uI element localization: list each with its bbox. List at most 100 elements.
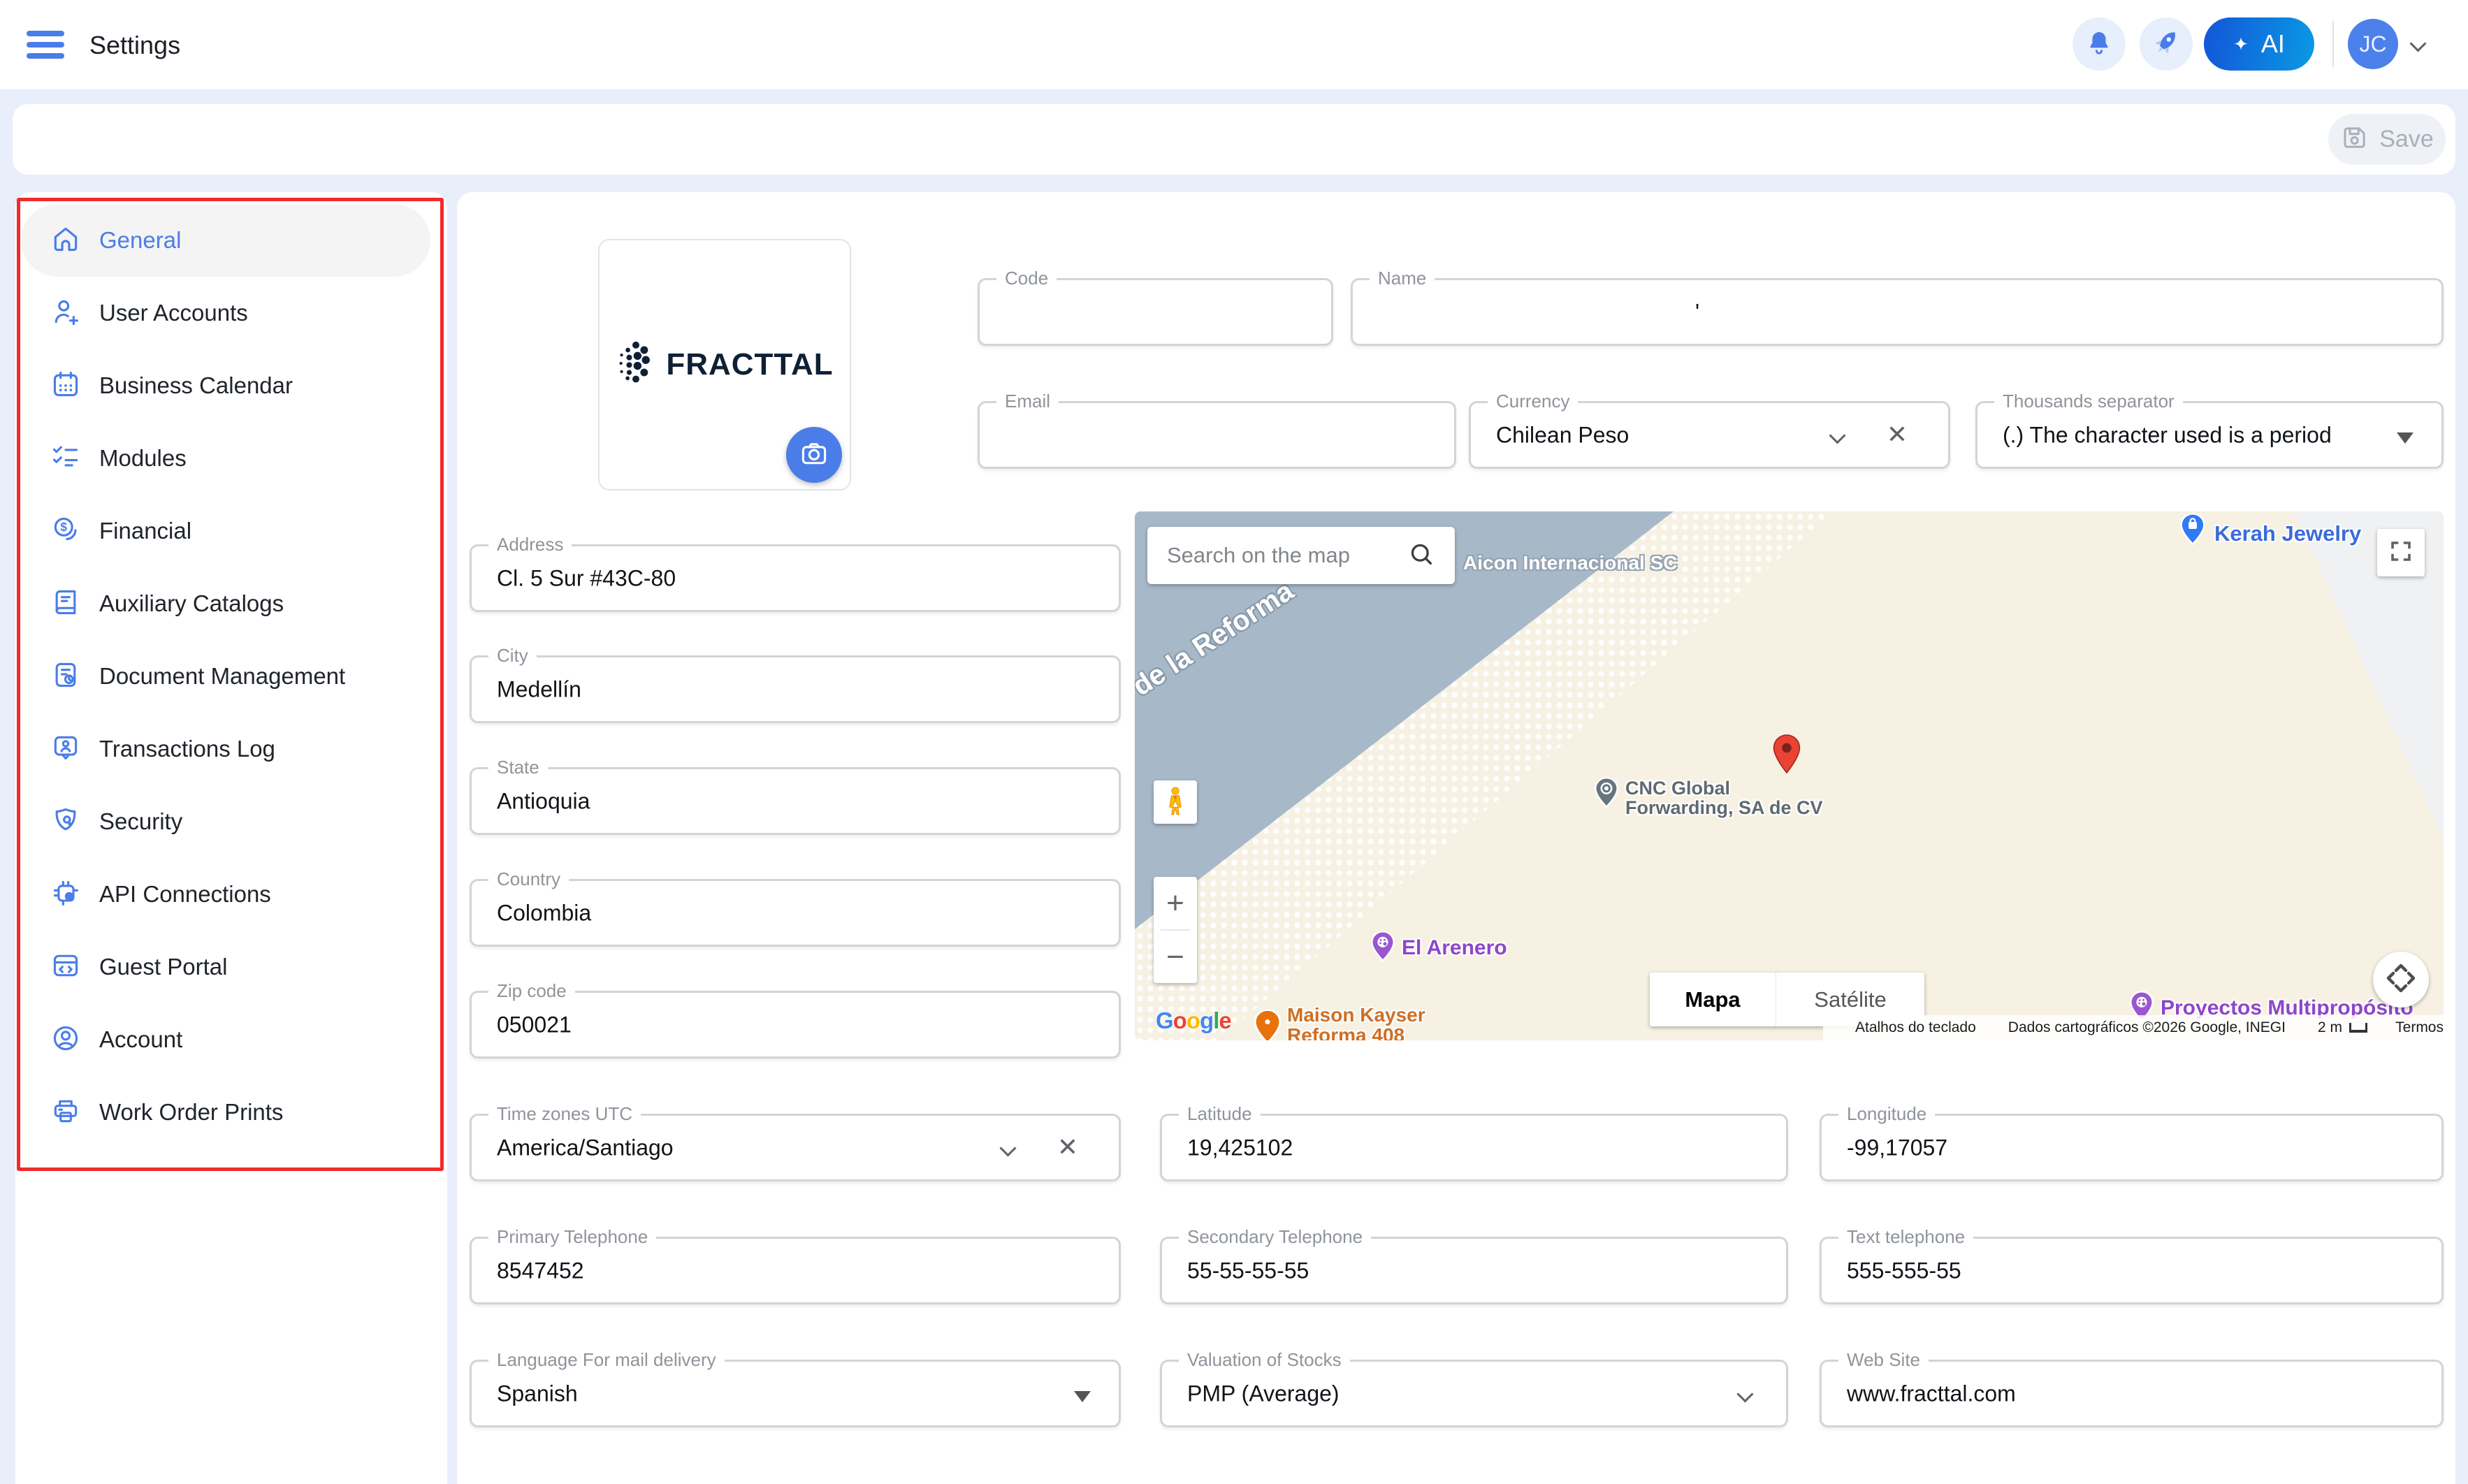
sidebar-item-account[interactable]: Account	[21, 1003, 430, 1076]
page-title: Settings	[89, 31, 180, 60]
checklist-icon	[50, 442, 81, 476]
location-marker-icon[interactable]	[1770, 734, 1803, 778]
map-zoom-control: + −	[1154, 877, 1197, 983]
sidebar-item-financial[interactable]: $ Financial	[21, 495, 430, 567]
upload-photo-button[interactable]	[786, 427, 842, 483]
name-field[interactable]: Name '	[1351, 278, 2444, 346]
longitude-field[interactable]: Longitude -99,17057	[1820, 1114, 2444, 1181]
city-field[interactable]: City Medellín	[470, 655, 1121, 723]
shield-icon	[50, 805, 81, 839]
sidebar-item-work-order-prints[interactable]: Work Order Prints	[21, 1076, 430, 1149]
thousands-separator-value: (.) The character used is a period	[2003, 422, 2332, 448]
sidebar-item-modules[interactable]: Modules	[21, 422, 430, 495]
name-value: '	[1695, 299, 1699, 325]
sidebar-item-api-connections[interactable]: API Connections	[21, 858, 430, 931]
rocket-icon	[2151, 27, 2182, 61]
zoom-in-button[interactable]: +	[1154, 877, 1197, 929]
save-button[interactable]: Save	[2328, 114, 2446, 165]
notifications-button[interactable]	[2073, 17, 2126, 71]
secondary-telephone-label: Secondary Telephone	[1179, 1226, 1371, 1248]
poi-label-aicon: Aicon Internacional SC	[1463, 552, 1678, 574]
map-pan-control[interactable]	[2373, 952, 2429, 1007]
sidebar-item-guest-portal[interactable]: Guest Portal	[21, 931, 430, 1003]
keyboard-shortcuts-link[interactable]: Atalhos do teclado	[1855, 1019, 1976, 1036]
poi-label-maison[interactable]: Maison Kayser Reforma 408	[1287, 1005, 1425, 1040]
ai-assistant-button[interactable]: ✦ AI	[2204, 17, 2314, 71]
chevron-down-icon[interactable]	[2409, 35, 2426, 52]
poi-pin-maison-icon[interactable]	[1252, 1009, 1283, 1040]
sidebar-item-user-accounts[interactable]: User Accounts	[21, 277, 430, 349]
currency-label: Currency	[1488, 391, 1578, 412]
dropdown-arrow-icon[interactable]	[1074, 1391, 1091, 1402]
timezone-value: America/Santiago	[497, 1135, 674, 1161]
fullscreen-button[interactable]	[2377, 529, 2425, 576]
latitude-label: Latitude	[1179, 1103, 1261, 1125]
google-logo[interactable]: Google	[1156, 1007, 1231, 1034]
coin-icon: $	[50, 514, 81, 548]
zip-code-field[interactable]: Zip code 050021	[470, 991, 1121, 1059]
whats-new-button[interactable]	[2140, 17, 2193, 71]
account-circle-icon	[50, 1023, 81, 1057]
sidebar-item-business-calendar[interactable]: Business Calendar	[21, 349, 430, 422]
poi-pin-kerah-icon[interactable]	[2179, 513, 2207, 548]
thousands-separator-select[interactable]: Thousands separator (.) The character us…	[1975, 401, 2444, 469]
pegman-control[interactable]	[1154, 780, 1197, 824]
save-icon	[2340, 123, 2369, 156]
clear-icon[interactable]: ✕	[1057, 1133, 1078, 1162]
valuation-value: PMP (Average)	[1187, 1381, 1340, 1406]
chevron-down-icon[interactable]	[1736, 1385, 1753, 1402]
state-field[interactable]: State Antioquia	[470, 767, 1121, 835]
state-label: State	[488, 757, 548, 778]
language-label: Language For mail delivery	[488, 1349, 725, 1371]
text-telephone-field[interactable]: Text telephone 555-555-55	[1820, 1237, 2444, 1304]
poi-label-cnc[interactable]: CNC Global Forwarding, SA de CV	[1625, 778, 1823, 818]
zoom-out-button[interactable]: −	[1154, 931, 1197, 983]
location-map[interactable]: de la Reforma Aicon Internacional SC Sea…	[1135, 511, 2444, 1040]
search-icon[interactable]	[1407, 540, 1435, 572]
home-icon	[50, 224, 81, 258]
svg-text:$: $	[60, 520, 67, 534]
language-value: Spanish	[497, 1381, 578, 1406]
text-telephone-value: 555-555-55	[1847, 1258, 1961, 1283]
website-field[interactable]: Web Site www.fracttal.com	[1820, 1360, 2444, 1427]
camera-icon	[799, 438, 829, 472]
longitude-label: Longitude	[1838, 1103, 1935, 1125]
poi-label-kerah[interactable]: Kerah Jewelry	[2214, 521, 2361, 546]
pan-arrows-icon	[2381, 959, 2420, 1001]
email-field[interactable]: Email	[978, 401, 1456, 469]
calendar-icon	[50, 369, 81, 403]
map-search-box[interactable]: Search on the map	[1147, 527, 1455, 584]
terms-link[interactable]: Termos	[2395, 1019, 2444, 1036]
country-label: Country	[488, 868, 569, 890]
pegman-icon	[1161, 785, 1189, 820]
sidebar-item-security[interactable]: Security	[21, 785, 430, 858]
sidebar-item-document-management[interactable]: Document Management	[21, 640, 430, 713]
primary-telephone-field[interactable]: Primary Telephone 8547452	[470, 1237, 1121, 1304]
dropdown-arrow-icon[interactable]	[2397, 432, 2413, 444]
clear-icon[interactable]: ✕	[1887, 420, 1908, 449]
action-toolbar	[13, 104, 2455, 175]
poi-pin-arenero-icon[interactable]	[1370, 931, 1396, 965]
map-scale-bar	[2349, 1023, 2367, 1033]
map-type-mapa-button[interactable]: Mapa	[1650, 973, 1776, 1026]
menu-icon[interactable]	[27, 31, 64, 59]
valuation-select[interactable]: Valuation of Stocks PMP (Average)	[1160, 1360, 1788, 1427]
poi-pin-cnc-icon[interactable]	[1593, 777, 1620, 811]
language-select[interactable]: Language For mail delivery Spanish	[470, 1360, 1121, 1427]
avatar[interactable]: JC	[2348, 19, 2398, 69]
chevron-down-icon[interactable]	[1829, 427, 1845, 444]
latitude-field[interactable]: Latitude 19,425102	[1160, 1114, 1788, 1181]
map-attribution: Atalhos do teclado Dados cartográficos ©…	[1823, 1015, 2444, 1040]
sidebar-item-transactions-log[interactable]: Transactions Log	[21, 713, 430, 785]
country-field[interactable]: Country Colombia	[470, 879, 1121, 947]
sidebar-item-general[interactable]: General	[21, 204, 430, 277]
poi-label-arenero[interactable]: El Arenero	[1402, 936, 1507, 960]
code-field[interactable]: Code	[978, 278, 1333, 346]
currency-select[interactable]: Currency Chilean Peso ✕	[1469, 401, 1950, 469]
sidebar-item-auxiliary-catalogs[interactable]: Auxiliary Catalogs	[21, 567, 430, 640]
timezone-select[interactable]: Time zones UTC America/Santiago ✕	[470, 1114, 1121, 1181]
sparkle-icon: ✦	[2233, 34, 2249, 55]
chevron-down-icon[interactable]	[999, 1140, 1016, 1156]
secondary-telephone-field[interactable]: Secondary Telephone 55-55-55-55	[1160, 1237, 1788, 1304]
address-field[interactable]: Address Cl. 5 Sur #43C-80	[470, 544, 1121, 612]
